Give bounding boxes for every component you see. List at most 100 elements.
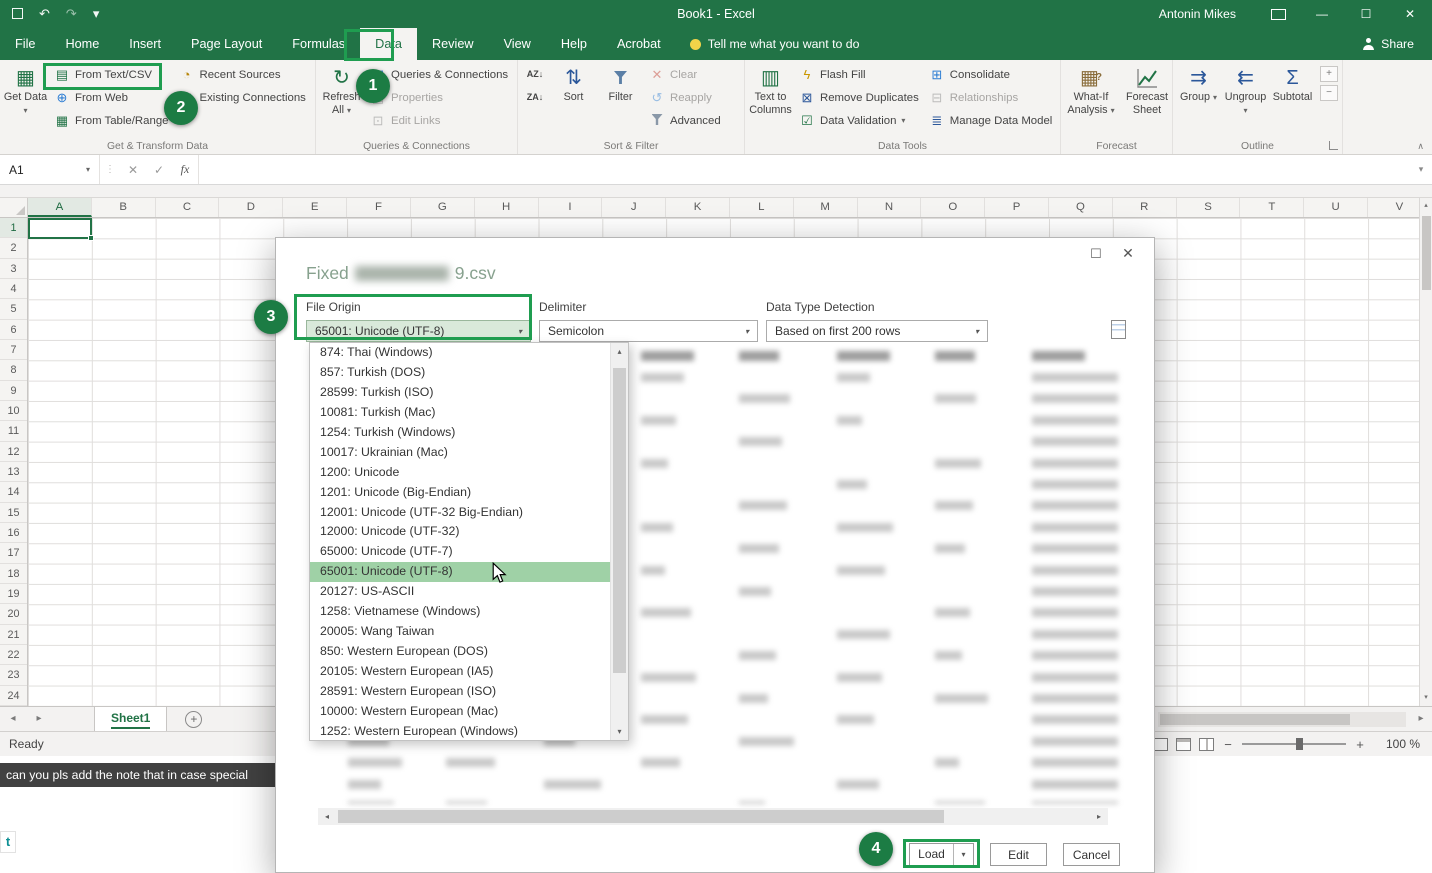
encoding-option[interactable]: 28591: Western European (ISO) [310,682,610,702]
scroll-down-icon[interactable]: ▾ [1420,690,1432,706]
hide-detail-button[interactable]: − [1320,85,1338,101]
save-icon[interactable] [12,7,23,22]
what-if-analysis-button[interactable]: ▦? What-If Analysis ▾ [1063,62,1119,134]
clear-filter-button[interactable]: ✕ Clear [644,63,726,86]
enter-entry-icon[interactable]: ✓ [146,163,172,177]
dialog-horizontal-thumb[interactable] [338,810,944,823]
tab-view[interactable]: View [489,28,546,60]
close-button[interactable]: ✕ [1388,0,1432,28]
horizontal-scrollbar-thumb[interactable] [1160,714,1350,725]
encoding-option[interactable]: 12001: Unicode (UTF-32 Big-Endian) [310,503,610,523]
encoding-option[interactable]: 1254: Turkish (Windows) [310,423,610,443]
advanced-filter-button[interactable]: Advanced [644,109,726,132]
row-header-15[interactable]: 15 [0,503,27,523]
tell-me-box[interactable]: Tell me what you want to do [690,28,860,60]
sort-button[interactable]: ⇅ Sort [550,62,597,134]
refresh-all-button[interactable]: ↻ Refresh All ▾ [318,62,365,134]
selected-cell-a1[interactable] [28,218,92,239]
page-layout-view-icon[interactable] [1176,738,1191,751]
column-header-C[interactable]: C [156,198,220,217]
encoding-option[interactable]: 1200: Unicode [310,463,610,483]
encoding-option[interactable]: 850: Western European (DOS) [310,642,610,662]
row-header-12[interactable]: 12 [0,442,27,462]
column-header-O[interactable]: O [921,198,985,217]
tab-acrobat[interactable]: Acrobat [602,28,676,60]
row-header-22[interactable]: 22 [0,645,27,665]
recent-sources-button[interactable]: ◔ Recent Sources [174,63,311,86]
normal-view-icon[interactable] [1153,738,1168,751]
scroll-up-icon[interactable]: ▴ [611,343,628,360]
scroll-left-icon[interactable]: ◂ [318,812,336,821]
column-header-P[interactable]: P [985,198,1049,217]
row-header-20[interactable]: 20 [0,604,27,624]
row-header-17[interactable]: 17 [0,543,27,563]
column-header-J[interactable]: J [602,198,666,217]
redo-icon[interactable]: ↷ [66,6,77,22]
tab-file[interactable]: File [0,28,50,60]
cancel-entry-icon[interactable]: ✕ [120,163,146,177]
flash-fill-button[interactable]: ϟ Flash Fill [794,63,924,86]
name-box[interactable]: A1 ▾ [0,155,100,184]
text-to-columns-button[interactable]: ▥ Text to Columns [747,62,794,134]
get-data-button[interactable]: ▦ Get Data ▾ [2,62,49,134]
reapply-button[interactable]: ↺ Reapply [644,86,726,109]
column-header-M[interactable]: M [794,198,858,217]
sheet-nav-right-icon[interactable]: ▸ [26,707,52,731]
vertical-scrollbar[interactable]: ▴ ▾ [1419,198,1432,706]
sort-ascending-button[interactable]: AZ↓ [520,63,550,86]
encoding-option[interactable]: 20105: Western European (IA5) [310,662,610,682]
scroll-up-icon[interactable]: ▴ [1420,198,1432,214]
row-header-6[interactable]: 6 [0,320,27,340]
page-break-view-icon[interactable] [1199,738,1214,751]
encoding-option[interactable]: 857: Turkish (DOS) [310,363,610,383]
forecast-sheet-button[interactable]: Forecast Sheet [1119,62,1175,134]
fill-handle[interactable] [88,235,94,241]
maximize-button[interactable]: ☐ [1344,0,1388,28]
relationships-button[interactable]: ⊟ Relationships [924,86,1058,109]
encoding-option[interactable]: 10081: Turkish (Mac) [310,403,610,423]
minimize-button[interactable]: — [1300,0,1344,28]
encoding-option[interactable]: 10017: Ukrainian (Mac) [310,443,610,463]
encoding-option[interactable]: 874: Thai (Windows) [310,343,610,363]
zoom-level[interactable]: 100 % [1374,737,1420,751]
column-header-B[interactable]: B [92,198,156,217]
row-header-5[interactable]: 5 [0,299,27,319]
user-name[interactable]: Antonin Mikes [1159,7,1236,21]
select-all-button[interactable] [0,198,28,217]
column-header-Q[interactable]: Q [1049,198,1113,217]
group-button[interactable]: ⇉ Group ▾ [1175,62,1222,134]
edit-button[interactable]: Edit [990,843,1047,866]
column-header-D[interactable]: D [219,198,283,217]
zoom-slider-handle[interactable] [1296,738,1303,750]
column-header-E[interactable]: E [283,198,347,217]
row-header-16[interactable]: 16 [0,523,27,543]
row-header-8[interactable]: 8 [0,360,27,380]
row-header-9[interactable]: 9 [0,381,27,401]
filter-button[interactable]: Filter [597,62,644,134]
cancel-button[interactable]: Cancel [1063,843,1120,866]
row-header-18[interactable]: 18 [0,564,27,584]
dialog-horizontal-scrollbar[interactable]: ◂ ▸ [318,808,1108,825]
ungroup-button[interactable]: ⇇ Ungroup ▾ [1222,62,1269,134]
remove-duplicates-button[interactable]: ⊠ Remove Duplicates [794,86,924,109]
tab-insert[interactable]: Insert [114,28,176,60]
subtotal-button[interactable]: Σ Subtotal [1269,62,1316,134]
formula-input[interactable] [198,155,1410,184]
row-header-7[interactable]: 7 [0,340,27,360]
row-header-2[interactable]: 2 [0,238,27,258]
column-header-R[interactable]: R [1113,198,1177,217]
encoding-option[interactable]: 20005: Wang Taiwan [310,622,610,642]
undo-icon[interactable]: ↶ [39,6,50,22]
encoding-option[interactable]: 1252: Western European (Windows) [310,722,610,740]
dialog-maximize-icon[interactable]: ☐ [1086,246,1106,262]
data-validation-dropdown-icon[interactable]: ▾ [901,116,905,125]
encoding-option[interactable]: 20127: US-ASCII [310,582,610,602]
vertical-scrollbar-thumb[interactable] [1422,216,1431,290]
scroll-right-icon[interactable]: ▸ [1090,812,1108,821]
column-header-A[interactable]: A [28,198,92,217]
data-validation-button[interactable]: ☑ Data Validation ▾ [794,109,924,132]
row-header-4[interactable]: 4 [0,279,27,299]
sheet-horizontal-scrollbar[interactable] [1158,712,1406,727]
row-header-1[interactable]: 1 [0,218,27,238]
encoding-option[interactable]: 65000: Unicode (UTF-7) [310,542,610,562]
